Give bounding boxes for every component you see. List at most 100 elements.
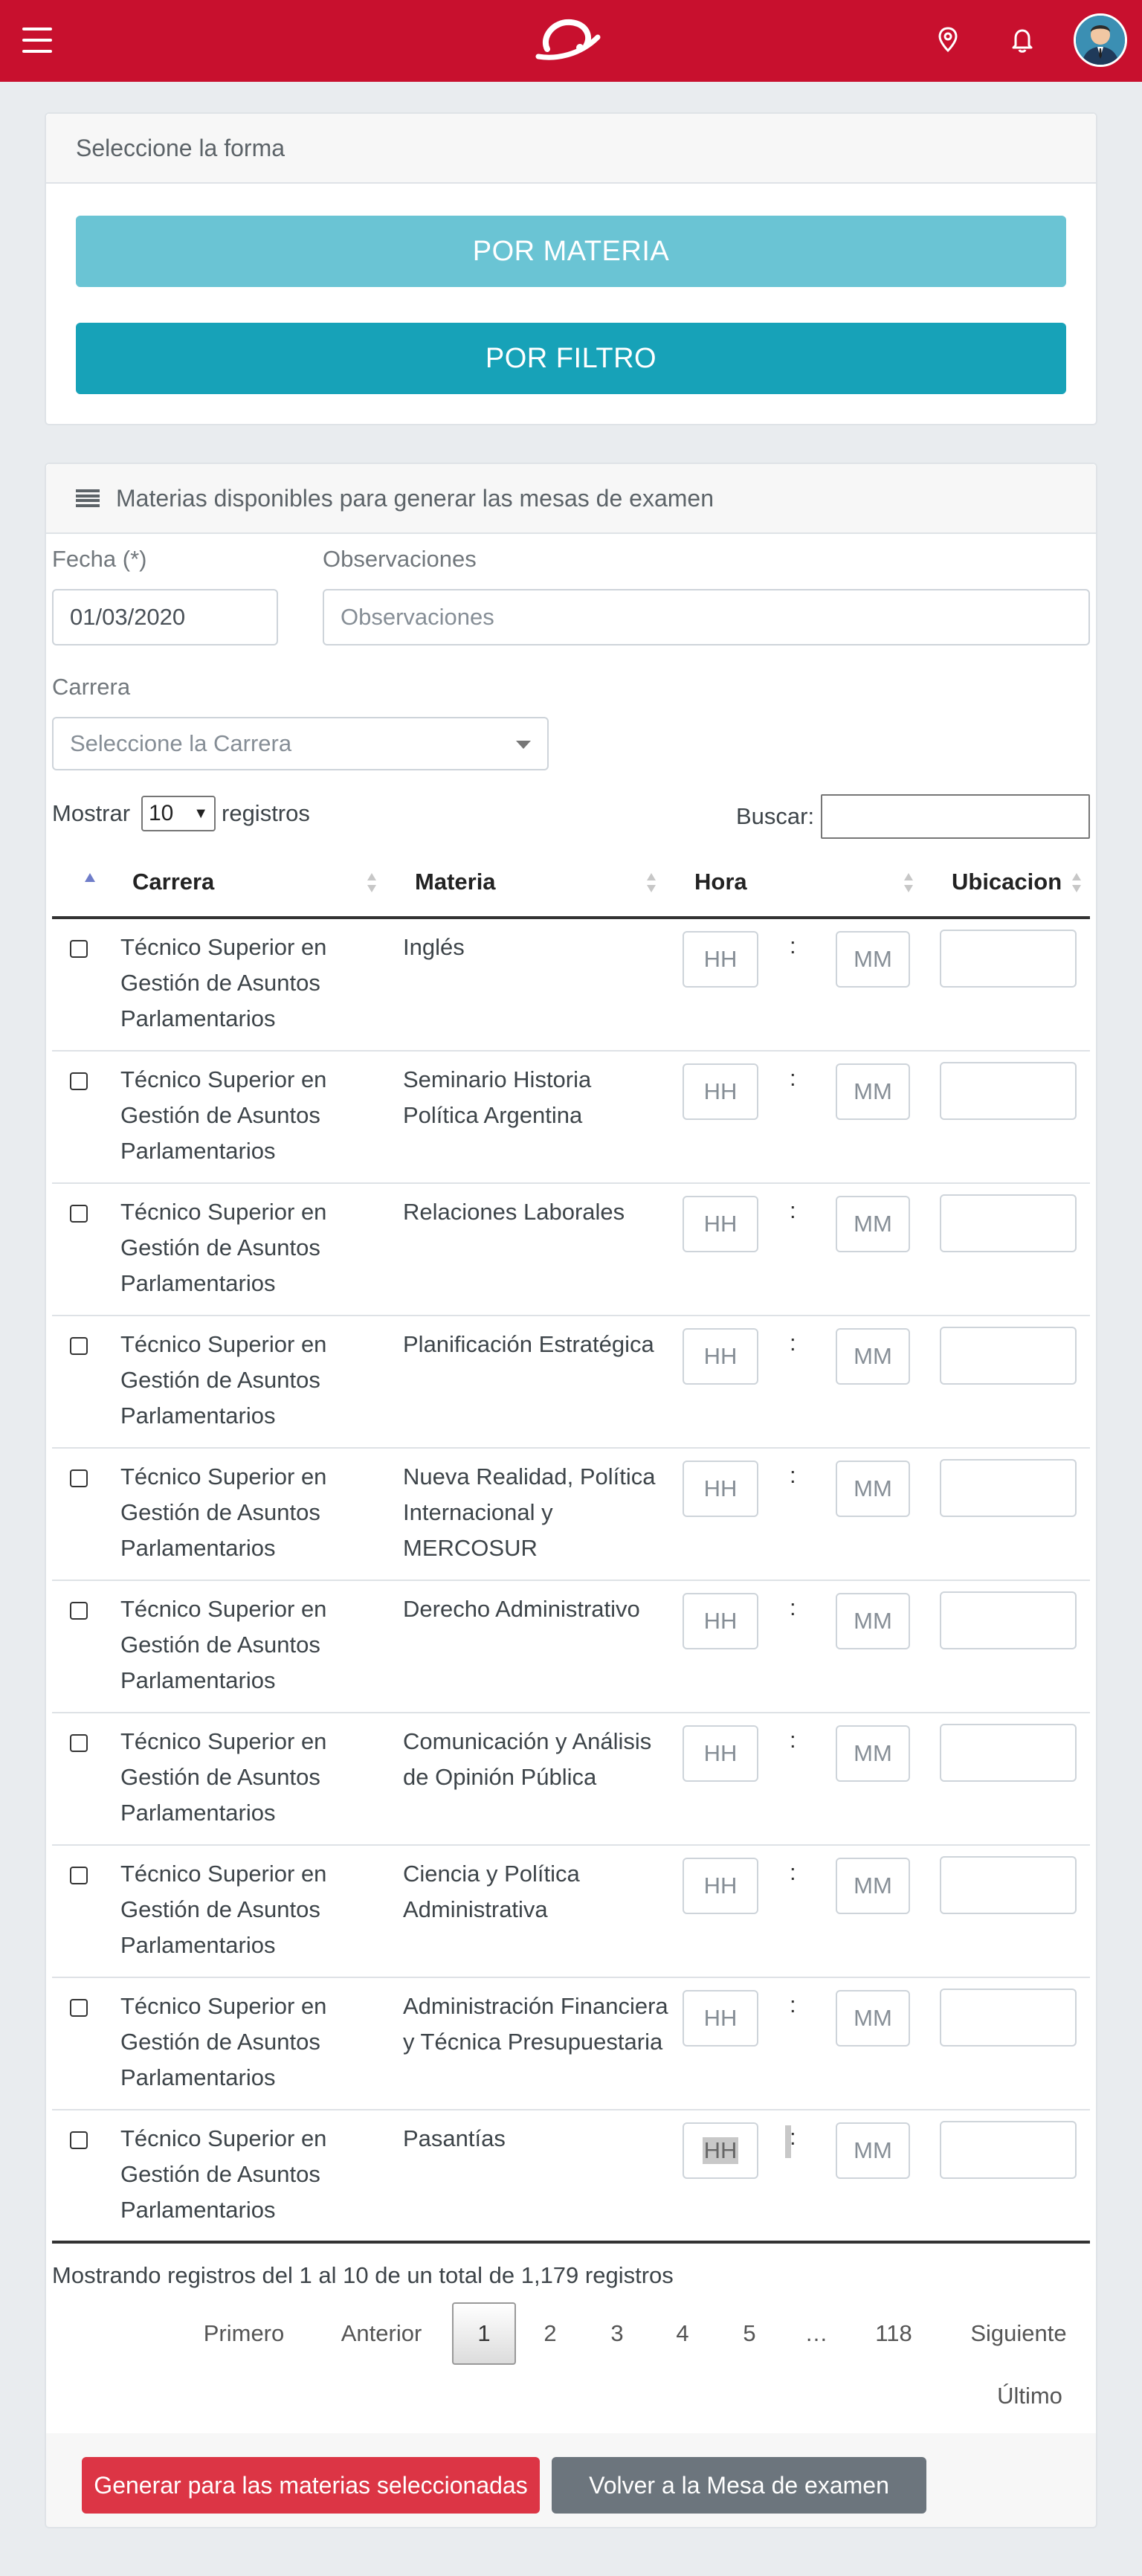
row-checkbox[interactable] — [70, 1867, 88, 1884]
minute-input[interactable]: MM — [836, 1858, 910, 1914]
minute-input[interactable]: MM — [836, 1990, 910, 2047]
row-checkbox[interactable] — [70, 2131, 88, 2149]
ubicacion-input[interactable] — [940, 1591, 1077, 1649]
time-separator: : — [790, 1197, 796, 1223]
hour-input[interactable]: HH — [683, 1725, 758, 1782]
hour-input-selected-text: HH — [702, 2137, 739, 2164]
time-separator: : — [790, 1859, 796, 1885]
pagination-page-2[interactable]: 2 — [534, 2302, 567, 2365]
row-checkbox[interactable] — [70, 1602, 88, 1620]
column-header-materia[interactable]: Materia — [415, 869, 496, 895]
row-checkbox[interactable] — [70, 940, 88, 958]
table-row: Técnico Superior en Gestión de Asuntos P… — [52, 1846, 1090, 1978]
minute-input[interactable]: MM — [836, 1196, 910, 1252]
select-arrow-icon: ▼ — [193, 805, 208, 822]
sort-icon[interactable] — [1072, 873, 1081, 894]
sort-asc-icon[interactable] — [85, 873, 95, 882]
table-row: Técnico Superior en Gestión de Asuntos P… — [52, 2110, 1090, 2243]
bell-icon[interactable] — [1005, 22, 1039, 57]
time-separator: : — [790, 1065, 796, 1091]
back-to-exam-table-button[interactable]: Volver a la Mesa de examen — [552, 2457, 926, 2514]
row-checkbox[interactable] — [70, 1205, 88, 1223]
minute-input[interactable]: MM — [836, 931, 910, 988]
hour-input[interactable]: HH — [683, 1858, 758, 1914]
row-checkbox[interactable] — [70, 1337, 88, 1355]
column-header-carrera[interactable]: Carrera — [132, 869, 214, 895]
hour-input[interactable]: HH — [683, 1461, 758, 1517]
time-separator: : — [790, 933, 796, 959]
row-materia: Pasantías — [403, 2125, 506, 2151]
pagination-next[interactable]: Siguiente — [959, 2302, 1078, 2365]
minute-input[interactable]: MM — [836, 1328, 910, 1385]
time-separator: : — [790, 1727, 796, 1753]
hour-input[interactable]: HH — [683, 1990, 758, 2047]
ubicacion-input[interactable] — [940, 1724, 1077, 1782]
sort-icon[interactable] — [904, 873, 913, 894]
pagination-page-4[interactable]: 4 — [666, 2302, 699, 2365]
minute-input[interactable]: MM — [836, 1725, 910, 1782]
row-materia: Comunicación y Análisis de Opinión Públi… — [403, 1728, 652, 1790]
materias-card-header: Materias disponibles para generar las me… — [46, 464, 1096, 534]
brand-logo-icon[interactable] — [534, 15, 604, 64]
por-materia-button[interactable]: POR MATERIA — [76, 216, 1066, 287]
location-pin-icon[interactable] — [931, 22, 965, 57]
row-materia: Relaciones Laborales — [403, 1199, 625, 1225]
ubicacion-input[interactable] — [940, 1194, 1077, 1252]
ubicacion-input[interactable] — [940, 1459, 1077, 1517]
user-avatar-icon[interactable] — [1074, 13, 1127, 67]
page-length-select[interactable]: 10 ▼ — [141, 796, 216, 831]
hour-input[interactable]: HH — [683, 931, 758, 988]
hour-input[interactable]: HH — [683, 1196, 758, 1252]
registros-label: registros — [222, 800, 310, 826]
hour-input[interactable]: HH — [683, 1328, 758, 1385]
row-carrera: Técnico Superior en Gestión de Asuntos P… — [120, 1331, 327, 1429]
hour-input[interactable]: HH — [683, 1593, 758, 1649]
ubicacion-input[interactable] — [940, 1062, 1077, 1120]
ubicacion-input[interactable] — [940, 1856, 1077, 1914]
table-row: Técnico Superior en Gestión de Asuntos P… — [52, 1052, 1090, 1184]
pagination-first[interactable]: Primero — [189, 2302, 299, 2365]
pagination-page-5[interactable]: 5 — [733, 2302, 766, 2365]
carrera-select[interactable]: Seleccione la Carrera — [52, 717, 549, 770]
row-carrera: Técnico Superior en Gestión de Asuntos P… — [120, 1066, 327, 1164]
pagination-page-118[interactable]: 118 — [864, 2302, 923, 2365]
pagination-page-3[interactable]: 3 — [601, 2302, 633, 2365]
hamburger-menu-icon[interactable] — [22, 28, 52, 53]
minute-input[interactable]: MM — [836, 1063, 910, 1120]
fecha-input[interactable]: 01/03/2020 — [52, 589, 278, 645]
table-info: Mostrando registros del 1 al 10 de un to… — [52, 2262, 674, 2288]
minute-input[interactable]: MM — [836, 1461, 910, 1517]
por-filtro-button[interactable]: POR FILTRO — [76, 323, 1066, 394]
table-row: Técnico Superior en Gestión de Asuntos P… — [52, 1713, 1090, 1846]
row-checkbox[interactable] — [70, 1734, 88, 1752]
hour-input[interactable]: HH — [683, 1063, 758, 1120]
row-carrera: Técnico Superior en Gestión de Asuntos P… — [120, 1728, 327, 1826]
minute-input[interactable]: MM — [836, 2122, 910, 2179]
row-carrera: Técnico Superior en Gestión de Asuntos P… — [120, 1199, 327, 1296]
ubicacion-input[interactable] — [940, 1989, 1077, 2047]
pagination-page-1[interactable]: 1 — [452, 2302, 516, 2365]
table-row: Técnico Superior en Gestión de Asuntos P… — [52, 1978, 1090, 2110]
observaciones-input[interactable]: Observaciones — [323, 589, 1090, 645]
search-input[interactable] — [821, 794, 1090, 839]
hour-input[interactable]: HH — [683, 2122, 758, 2179]
time-separator: : — [790, 1594, 796, 1620]
sort-icon[interactable] — [367, 873, 376, 894]
row-checkbox[interactable] — [70, 1072, 88, 1090]
column-header-hora[interactable]: Hora — [694, 869, 747, 895]
generate-selected-button[interactable]: Generar para las materias seleccionadas — [82, 2457, 540, 2514]
pagination-prev[interactable]: Anterior — [327, 2302, 436, 2365]
form-selection-card: Seleccione la forma POR MATERIA POR FILT… — [45, 112, 1097, 425]
observaciones-label: Observaciones — [323, 546, 477, 572]
row-checkbox[interactable] — [70, 1999, 88, 2017]
row-materia: Nueva Realidad, Política Internacional y… — [403, 1464, 656, 1561]
ubicacion-input[interactable] — [940, 2121, 1077, 2179]
text-selection-highlight — [785, 2125, 791, 2158]
sort-icon[interactable] — [647, 873, 656, 894]
ubicacion-input[interactable] — [940, 1327, 1077, 1385]
column-header-ubicacion[interactable]: Ubicacion — [952, 869, 1062, 895]
row-checkbox[interactable] — [70, 1469, 88, 1487]
minute-input[interactable]: MM — [836, 1593, 910, 1649]
pagination-last[interactable]: Último — [981, 2365, 1078, 2427]
ubicacion-input[interactable] — [940, 930, 1077, 988]
